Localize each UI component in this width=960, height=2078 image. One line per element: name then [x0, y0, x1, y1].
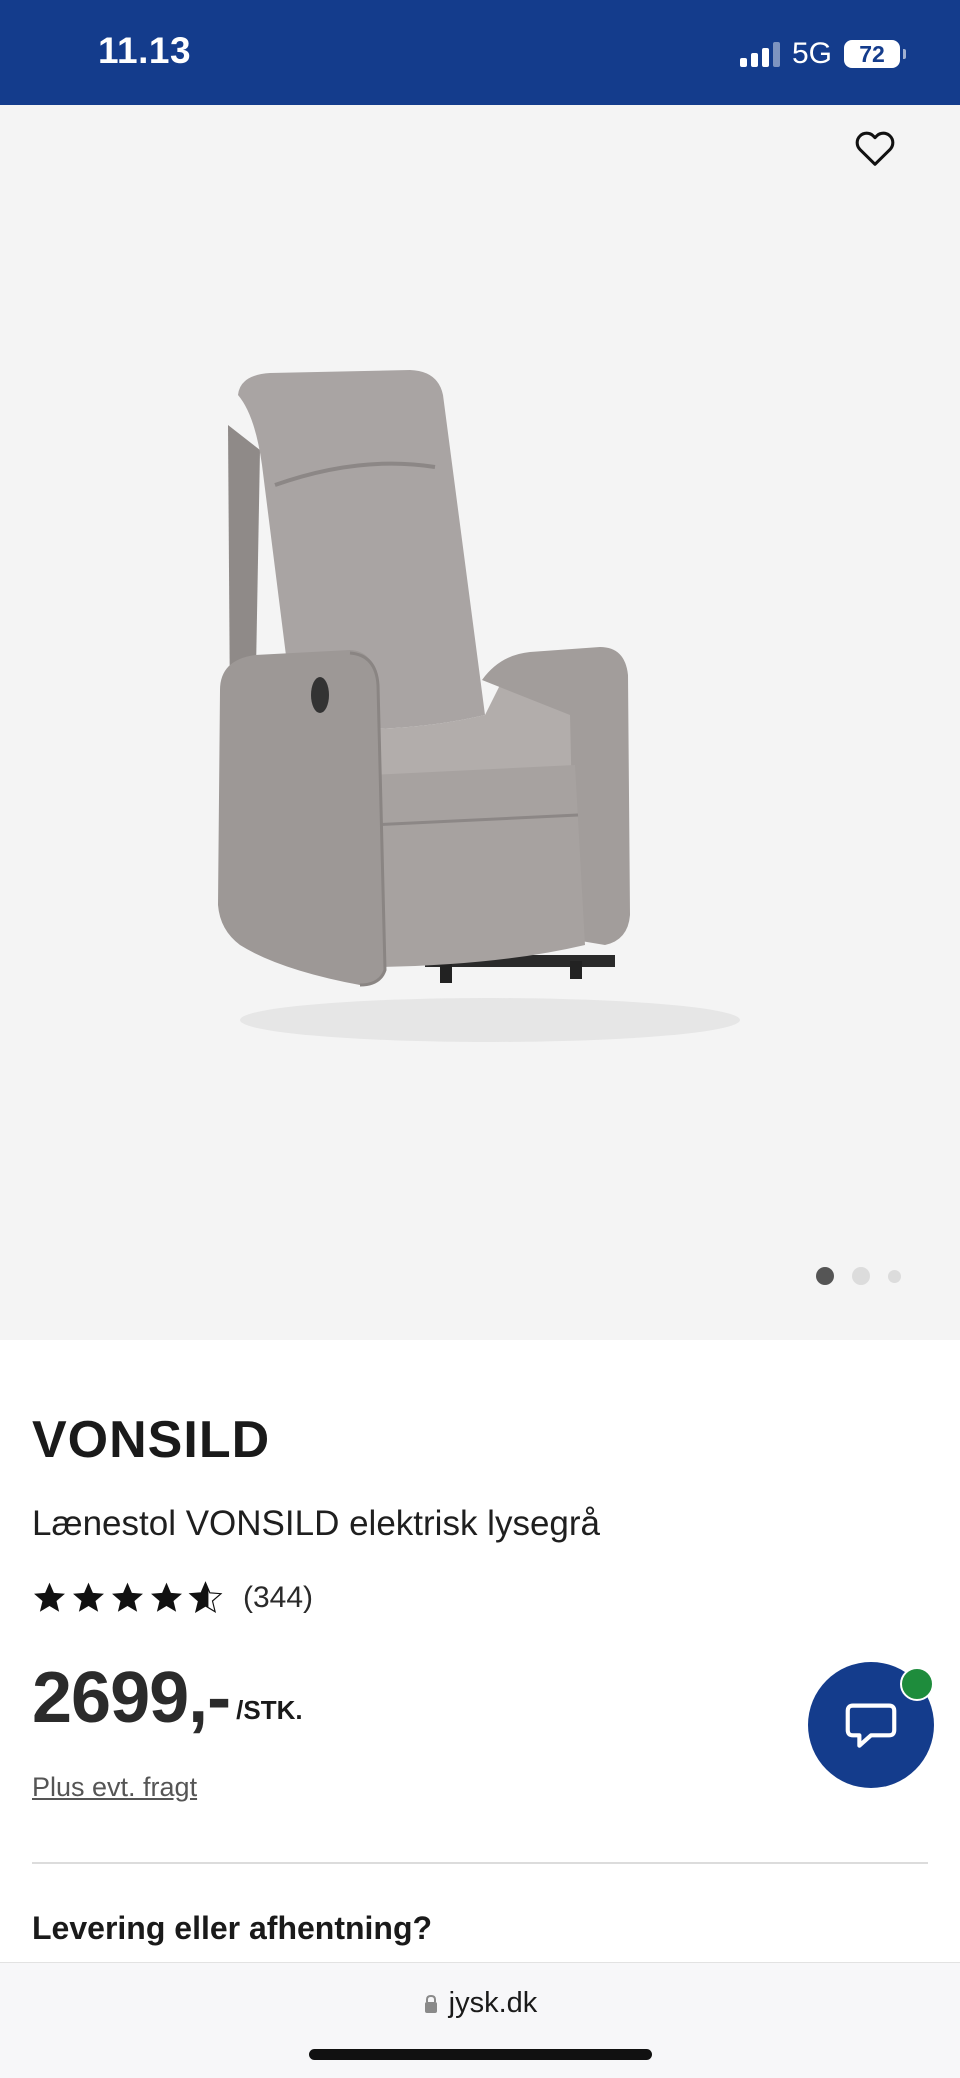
status-time: 11.13: [98, 30, 192, 71]
gallery-pagination[interactable]: [816, 1267, 901, 1285]
price-amount: 2699,-: [32, 1658, 231, 1738]
network-type: 5G: [791, 37, 832, 70]
star-icon: [73, 1582, 104, 1612]
online-status-badge: [900, 1667, 934, 1701]
pagination-dot[interactable]: [852, 1267, 870, 1285]
battery-icon: 72: [844, 40, 906, 68]
status-indicators: 5G 72: [739, 34, 906, 74]
product-brand: VONSILD: [32, 1411, 271, 1469]
star-icon: [112, 1582, 143, 1612]
lock-icon: [424, 1994, 437, 2013]
price: 2699,- /STK.: [32, 1662, 303, 1734]
star-icon: [151, 1582, 182, 1612]
product-name: Lænestol VONSILD elektrisk lysegrå: [32, 1504, 600, 1543]
star-icon: [34, 1582, 65, 1612]
pagination-dot[interactable]: [816, 1267, 834, 1285]
product-image-recliner[interactable]: [200, 355, 770, 1135]
delivery-heading[interactable]: Levering eller afhentning?: [32, 1910, 432, 1947]
home-indicator[interactable]: [309, 2049, 652, 2060]
divider: [32, 1862, 928, 1864]
status-bar: 11.13 5G 72: [0, 0, 960, 105]
url-display[interactable]: jysk.dk: [0, 1987, 960, 2020]
chat-bubble-icon: [845, 1703, 897, 1748]
browser-url-bar[interactable]: jysk.dk: [0, 1962, 960, 2078]
signal-icon: [739, 41, 780, 67]
url-text[interactable]: jysk.dk: [449, 1987, 538, 2020]
shipping-link[interactable]: Plus evt. fragt: [32, 1772, 197, 1803]
review-count[interactable]: (344): [243, 1581, 313, 1615]
battery-level: 72: [859, 40, 885, 67]
heart-icon[interactable]: [852, 125, 898, 171]
rating[interactable]: (344): [32, 1580, 313, 1615]
pagination-dot[interactable]: [888, 1269, 901, 1283]
half-star-icon: [188, 1581, 223, 1614]
product-gallery[interactable]: [0, 105, 960, 1340]
price-unit: /STK.: [236, 1695, 303, 1725]
rating-stars: [32, 1580, 223, 1615]
